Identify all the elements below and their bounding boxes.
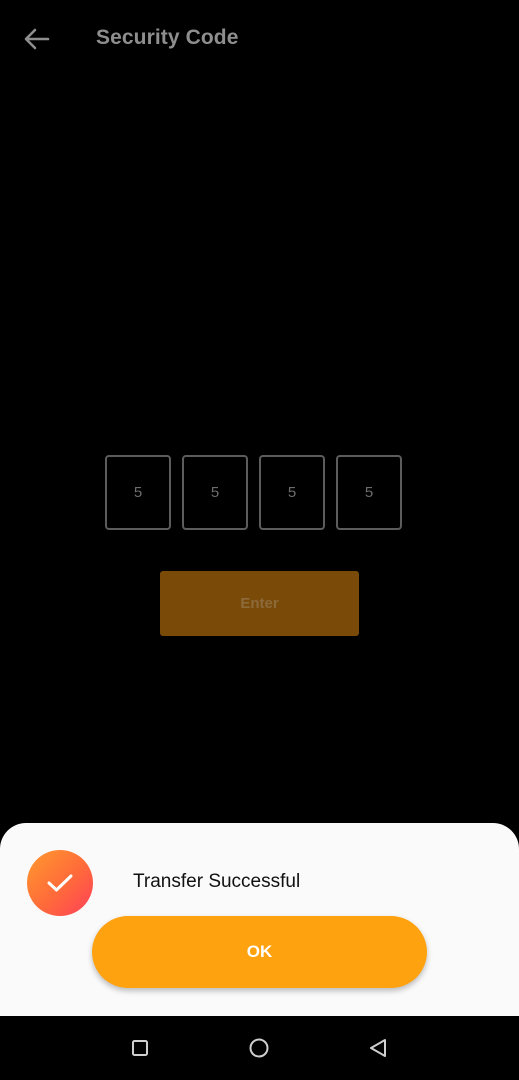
home-button[interactable]	[247, 1036, 271, 1060]
arrow-left-icon	[24, 28, 50, 50]
code-digit-2[interactable]: 5	[182, 455, 248, 530]
success-bottom-sheet: Transfer Successful OK	[0, 823, 519, 1016]
code-digit-1[interactable]: 5	[105, 455, 171, 530]
enter-button[interactable]: Enter	[160, 571, 359, 636]
code-digit-4[interactable]: 5	[336, 455, 402, 530]
security-code-inputs: 5 5 5 5	[105, 455, 405, 531]
page-title: Security Code	[96, 26, 239, 49]
circle-home-icon	[249, 1038, 269, 1058]
back-button[interactable]	[18, 20, 56, 58]
success-badge	[27, 850, 93, 916]
code-digit-3[interactable]: 5	[259, 455, 325, 530]
triangle-back-icon	[370, 1039, 386, 1057]
success-message: Transfer Successful	[133, 871, 301, 892]
app-bar: Security Code	[0, 0, 519, 80]
ok-button[interactable]: OK	[92, 916, 427, 988]
system-navigation-bar	[0, 1016, 519, 1080]
back-nav-button[interactable]	[366, 1036, 390, 1060]
square-recents-icon	[132, 1040, 148, 1056]
recents-button[interactable]	[128, 1036, 152, 1060]
check-icon	[47, 874, 73, 892]
